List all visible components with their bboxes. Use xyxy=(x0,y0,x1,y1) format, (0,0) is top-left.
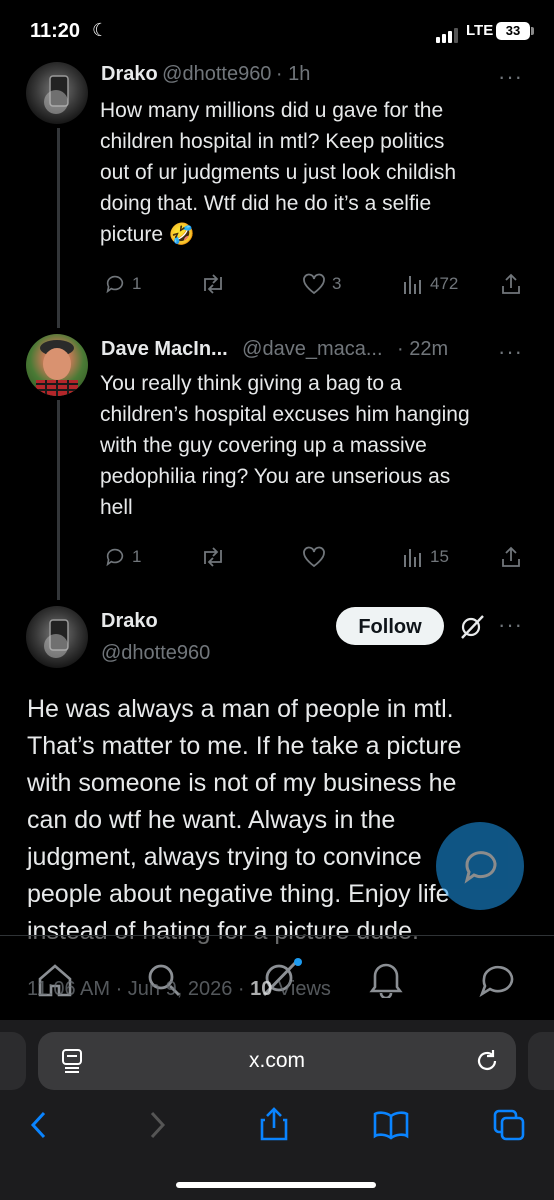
thread-line xyxy=(57,128,60,328)
messages-icon[interactable] xyxy=(478,962,518,998)
text-line: pedophilia ring? You are unserious as xyxy=(100,465,451,488)
tweet-timestamp: 11:06 AM · Jun 9, 2026 · xyxy=(27,978,251,1000)
compose-reply-button[interactable] xyxy=(436,822,524,910)
more-options-icon[interactable]: ··· xyxy=(498,339,523,365)
tweet-text: How many millions did u gave for the chi… xyxy=(100,95,530,250)
grok-icon[interactable] xyxy=(458,614,486,645)
reload-icon[interactable] xyxy=(474,1048,500,1074)
like-count: 3 xyxy=(332,274,342,293)
main-tweet-avatar-wrap[interactable] xyxy=(26,606,88,668)
tweet-meta: 11:06 AM · Jun 9, 2026 · 10 Views xyxy=(27,978,331,1001)
views-button[interactable]: 472 xyxy=(402,273,458,295)
share-icon xyxy=(502,273,520,294)
author-name[interactable]: Drako xyxy=(101,63,158,85)
tweet[interactable] xyxy=(26,334,88,396)
views-icon xyxy=(404,276,421,294)
view-count: 472 xyxy=(430,274,459,293)
repost-icon xyxy=(204,274,222,294)
like-button[interactable]: 3 xyxy=(302,273,341,295)
views-label: Views xyxy=(272,978,331,1000)
author-handle[interactable]: @dave_maca... xyxy=(242,338,382,360)
repost-icon xyxy=(204,547,222,567)
tweet[interactable] xyxy=(26,62,88,124)
views-button[interactable]: 15 xyxy=(402,546,449,568)
avatar[interactable] xyxy=(26,334,88,396)
text-line: children hospital in mtl? Keep politics xyxy=(100,130,445,153)
tabs-icon[interactable] xyxy=(492,1108,526,1142)
reply-icon xyxy=(106,275,124,294)
tweet-header: Drako @dhotte960 · 1h xyxy=(101,63,310,86)
home-indicator xyxy=(176,1182,376,1188)
text-line: out of ur judgments u just look childish xyxy=(100,161,457,184)
text-line: He was always a man of people in mtl. xyxy=(27,695,454,723)
heart-icon xyxy=(303,546,325,568)
text-line: children’s hospital excuses him hanging xyxy=(100,403,470,426)
share-sheet-icon[interactable] xyxy=(258,1106,290,1142)
share-icon xyxy=(502,546,520,567)
repost-button[interactable] xyxy=(200,273,226,295)
reply-count: 1 xyxy=(132,274,142,293)
text-line: doing that. Wtf did he do it’s a selfie xyxy=(100,192,432,215)
tweet-header: Dave MacIn... @dave_maca... · 22m xyxy=(101,338,448,361)
reply-button[interactable]: 1 xyxy=(104,546,141,568)
url-text[interactable]: x.com xyxy=(0,1049,554,1073)
share-button[interactable] xyxy=(500,272,522,296)
reply-bubble-icon xyxy=(464,851,497,884)
text-line: That’s matter to me. If he take a pictur… xyxy=(27,732,462,760)
tweet-age: · 22m xyxy=(397,338,449,360)
moon-icon: ☾ xyxy=(92,20,109,40)
main-tweet-text: He was always a man of people in mtl. Th… xyxy=(27,691,527,950)
avatar[interactable] xyxy=(26,62,88,124)
reply-button[interactable]: 1 xyxy=(104,273,141,295)
like-button[interactable] xyxy=(302,546,326,568)
forward-icon[interactable] xyxy=(146,1110,168,1140)
avatar-image xyxy=(44,619,69,658)
status-bar: 11:20 ☾ LTE 33 xyxy=(0,0,554,60)
author-name[interactable]: Dave MacIn... xyxy=(101,338,228,360)
network-label: LTE xyxy=(466,22,494,39)
author-handle[interactable]: @dhotte960 xyxy=(101,642,210,665)
text-line: with the guy covering up a massive xyxy=(100,434,427,457)
author-handle[interactable]: @dhotte960 xyxy=(162,63,271,85)
signal-icon xyxy=(436,25,460,43)
heart-icon xyxy=(303,273,325,295)
share-button[interactable] xyxy=(500,545,522,569)
follow-button[interactable]: Follow xyxy=(336,607,444,645)
thread-line xyxy=(57,400,60,600)
text-line: You really think giving a bag to a xyxy=(100,372,402,395)
reply-icon xyxy=(106,548,124,567)
avatar-image xyxy=(36,340,78,396)
author-name[interactable]: Drako xyxy=(101,610,158,633)
text-line: hell xyxy=(100,496,133,519)
more-options-icon[interactable]: ··· xyxy=(498,64,523,90)
text-line: with someone is not of my business he xyxy=(27,769,457,797)
repost-button[interactable] xyxy=(200,546,226,568)
view-count: 15 xyxy=(430,547,449,566)
status-time: 11:20 xyxy=(30,20,81,42)
more-options-icon[interactable]: ··· xyxy=(498,612,523,638)
avatar[interactable] xyxy=(26,606,88,668)
reply-count: 1 xyxy=(132,547,142,566)
views-count: 10 xyxy=(250,978,273,1000)
tweet-age: · 1h xyxy=(275,63,311,85)
tweet-text: You really think giving a bag to a child… xyxy=(100,368,540,523)
battery-tip xyxy=(531,27,534,35)
bookmarks-icon[interactable] xyxy=(372,1110,410,1140)
battery-icon: 33 xyxy=(496,22,530,40)
text-line: picture 🤣 xyxy=(100,223,196,246)
views-icon xyxy=(404,549,421,567)
text-line: How many millions did u gave for the xyxy=(100,99,444,122)
notifications-icon[interactable] xyxy=(368,960,404,998)
avatar-image xyxy=(44,75,69,114)
back-icon[interactable] xyxy=(28,1110,50,1140)
